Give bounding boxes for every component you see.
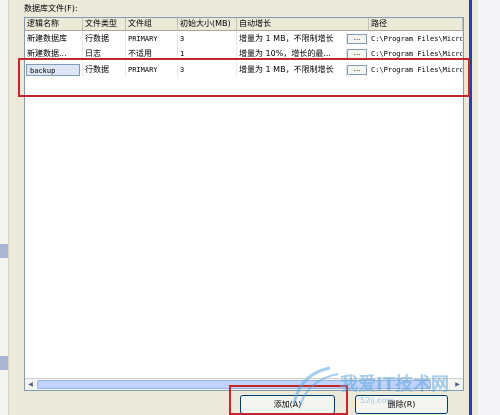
highlight-new-row xyxy=(18,58,470,97)
grid-header: 逻辑名称 文件类型 文件组 初始大小(MB) 自动增长 路径 xyxy=(25,18,463,31)
left-panel-marker xyxy=(0,356,8,370)
left-panel-edge xyxy=(0,0,9,415)
cell-logical-name[interactable]: 新建数据库 xyxy=(25,32,83,46)
cell-initial-size[interactable]: 3 xyxy=(178,32,237,46)
cell-path: C:\Program Files\Micro xyxy=(369,32,463,46)
watermark: 我爱IT技术网 52ij.com xyxy=(290,364,470,414)
scroll-left-icon[interactable]: ◀ xyxy=(25,379,36,390)
cell-filegroup[interactable]: PRIMARY xyxy=(126,32,178,46)
autogrowth-browse-button[interactable]: ... xyxy=(347,34,367,44)
watermark-title: 我爱IT技术网 xyxy=(340,374,449,395)
right-panel xyxy=(478,0,500,415)
watermark-swoosh-icon xyxy=(292,366,339,407)
column-header-initial-size[interactable]: 初始大小(MB) xyxy=(178,18,237,30)
column-header-path[interactable]: 路径 xyxy=(369,18,463,30)
column-header-filegroup[interactable]: 文件组 xyxy=(126,18,178,30)
column-header-file-type[interactable]: 文件类型 xyxy=(83,18,126,30)
cell-file-type[interactable]: 行数据 xyxy=(83,32,126,46)
left-panel-marker xyxy=(0,244,8,258)
table-row[interactable]: 新建数据库 行数据 PRIMARY 3 增量为 1 MB，不限制增长 ... C… xyxy=(25,32,463,46)
column-header-logical-name[interactable]: 逻辑名称 xyxy=(25,18,83,30)
database-files-label: 数据库文件(F): xyxy=(24,4,78,13)
cell-autogrowth: 增量为 1 MB，不限制增长 xyxy=(237,32,347,46)
watermark-sub: 52ij.com xyxy=(360,396,395,405)
column-header-autogrowth[interactable]: 自动增长 xyxy=(237,18,369,30)
